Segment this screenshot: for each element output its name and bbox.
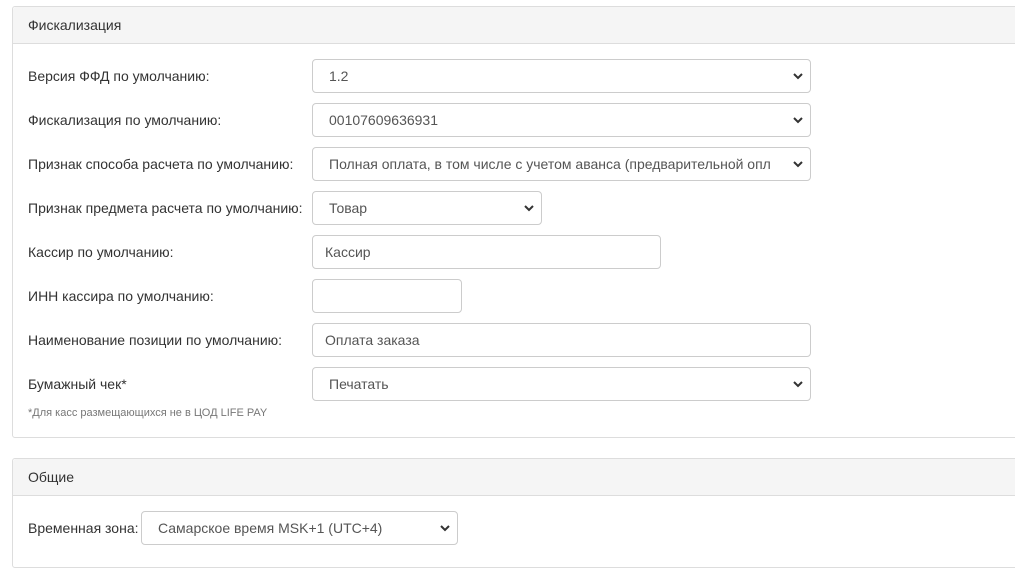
payment-method-select[interactable]: Полная оплата, в том числе с учетом аван…	[312, 147, 811, 181]
chevron-down-icon	[792, 378, 804, 390]
general-panel: Общие Временная зона: Самарское время MS…	[12, 458, 1015, 568]
chevron-down-icon	[792, 158, 804, 170]
payment-subject-select[interactable]: Товар	[312, 191, 542, 225]
payment-method-label: Признак способа расчета по умолчанию:	[28, 156, 294, 172]
paper-receipt-select[interactable]: Печатать	[312, 367, 811, 401]
cashier-input[interactable]: Кассир	[312, 235, 661, 269]
fiscalization-default-select[interactable]: 00107609636931	[312, 103, 811, 137]
paper-receipt-label: Бумажный чек*	[28, 376, 127, 392]
paper-receipt-value: Печатать	[329, 376, 389, 392]
chevron-down-icon	[439, 522, 451, 534]
item-name-input[interactable]: Оплата заказа	[312, 323, 811, 357]
fiscalization-panel: Фискализация Версия ФФД по умолчанию: 1.…	[12, 6, 1015, 438]
fiscalization-default-value: 00107609636931	[329, 112, 439, 128]
ffd-version-select[interactable]: 1.2	[312, 59, 811, 93]
paper-receipt-footnote: *Для касс размещающихся не в ЦОД LIFE PA…	[28, 407, 268, 419]
fiscalization-default-label: Фискализация по умолчанию:	[28, 112, 222, 128]
item-name-value: Оплата заказа	[325, 332, 420, 348]
general-panel-title: Общие	[13, 459, 1015, 496]
ffd-version-label: Версия ФФД по умолчанию:	[28, 68, 210, 84]
chevron-down-icon	[523, 202, 535, 214]
fiscalization-panel-title: Фискализация	[13, 7, 1015, 44]
cashier-value: Кассир	[325, 244, 371, 260]
cashier-label: Кассир по умолчанию:	[28, 244, 174, 260]
timezone-select[interactable]: Самарское время MSK+1 (UTC+4)	[141, 511, 458, 545]
payment-subject-label: Признак предмета расчета по умолчанию:	[28, 200, 303, 216]
timezone-value: Самарское время MSK+1 (UTC+4)	[158, 520, 383, 536]
timezone-label: Временная зона:	[28, 520, 139, 536]
ffd-version-value: 1.2	[329, 68, 349, 84]
item-name-label: Наименование позиции по умолчанию:	[28, 332, 283, 348]
chevron-down-icon	[792, 114, 804, 126]
chevron-down-icon	[792, 70, 804, 82]
cashier-inn-label: ИНН кассира по умолчанию:	[28, 288, 214, 304]
cashier-inn-input[interactable]	[312, 279, 462, 313]
payment-subject-value: Товар	[329, 200, 368, 216]
payment-method-value: Полная оплата, в том числе с учетом аван…	[329, 156, 770, 172]
